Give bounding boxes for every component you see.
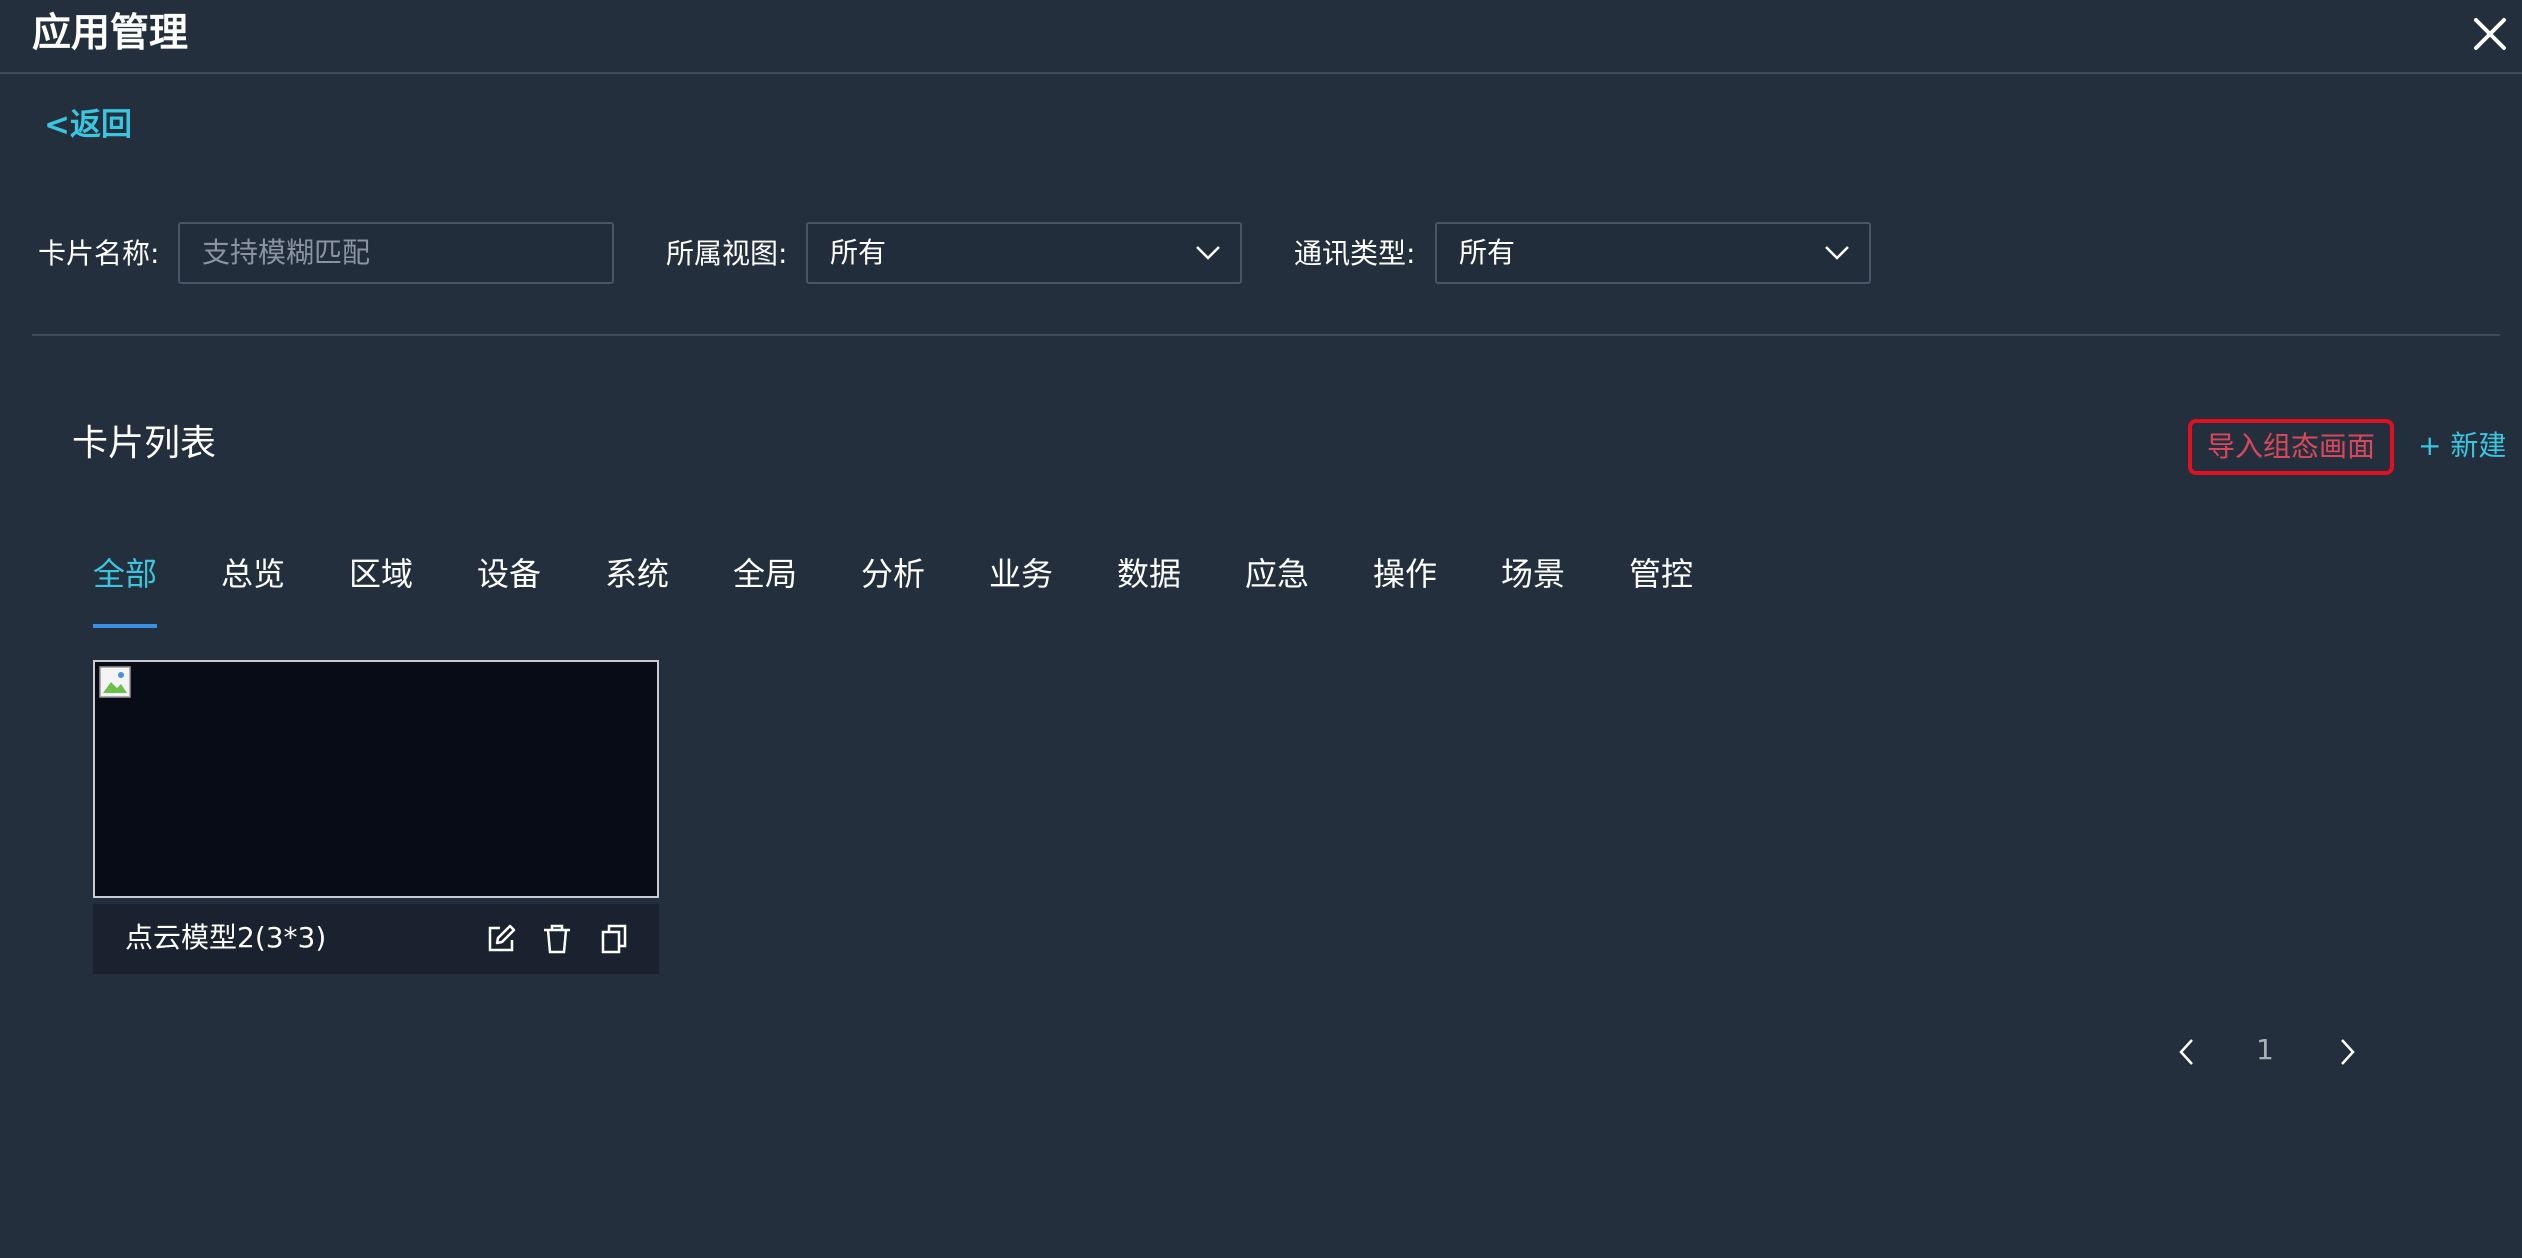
tab-analysis[interactable]: 分析 [861,552,925,596]
tab-global[interactable]: 全局 [733,552,797,596]
comm-type-label: 通讯类型: [1294,237,1416,270]
back-link[interactable]: <返回 [44,104,132,146]
tab-control[interactable]: 管控 [1629,552,1693,596]
card-name: 点云模型2(3*3) [125,921,327,954]
tab-operation[interactable]: 操作 [1373,552,1437,596]
tab-business[interactable]: 业务 [989,552,1053,596]
next-page-icon[interactable] [2332,1034,2362,1070]
broken-image-icon [99,666,131,698]
tab-scene[interactable]: 场景 [1501,552,1565,596]
copy-icon[interactable] [597,922,631,956]
card-name-label: 卡片名称: [38,237,160,270]
page-title: 应用管理 [32,11,189,56]
tab-system[interactable]: 系统 [605,552,669,596]
import-scene-button[interactable]: 导入组态画面 [2188,419,2394,475]
tab-emergency[interactable]: 应急 [1245,552,1309,596]
chevron-down-icon [1196,246,1220,260]
page-number[interactable]: 1 [2256,1030,2274,1070]
card-name-input[interactable]: 支持模糊匹配 [178,222,614,284]
tab-active-indicator [93,624,157,628]
prev-page-icon[interactable] [2172,1034,2202,1070]
view-select-value: 所有 [830,236,887,269]
section-title: 卡片列表 [72,423,217,464]
card-footer: 点云模型2(3*3) [93,904,659,974]
tab-data[interactable]: 数据 [1117,552,1181,596]
edit-icon[interactable] [483,922,517,956]
tab-device[interactable]: 设备 [477,552,541,596]
chevron-down-icon [1825,246,1849,260]
tab-all[interactable]: 全部 [93,552,157,596]
new-button[interactable]: + 新建 [2418,426,2506,466]
view-select[interactable]: 所有 [806,222,1242,284]
trash-icon[interactable] [540,922,574,956]
header-bar: 应用管理 [0,0,2522,74]
comm-type-select-value: 所有 [1459,236,1516,269]
divider [32,334,2500,336]
tab-overview[interactable]: 总览 [221,552,285,596]
card-thumbnail[interactable] [93,660,659,898]
tab-region[interactable]: 区域 [349,552,413,596]
view-label: 所属视图: [666,237,788,270]
comm-type-select[interactable]: 所有 [1435,222,1871,284]
close-icon[interactable] [2470,14,2510,54]
